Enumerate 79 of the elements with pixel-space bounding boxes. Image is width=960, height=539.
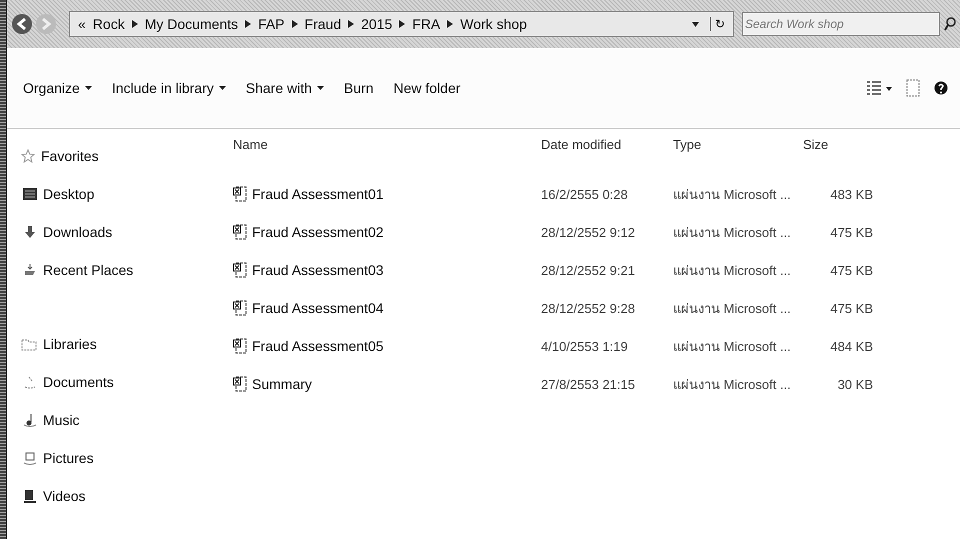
toolbar-button[interactable]: New folder: [387, 76, 472, 100]
sidebar-item[interactable]: Documents: [21, 363, 233, 401]
table-cell-text: 30 KB: [836, 376, 873, 392]
table-cell-text: 475 KB: [829, 224, 873, 240]
table-cell-text: 27/8/2553 21:15: [541, 376, 636, 392]
column-header[interactable]: Type: [673, 137, 803, 152]
toolbar-button[interactable]: Include in library: [106, 76, 238, 100]
breadcrumb-item[interactable]: Rock: [92, 16, 125, 32]
back-button[interactable]: [11, 13, 33, 35]
spreadsheet-icon: [233, 224, 247, 240]
picture-icon: [23, 451, 37, 465]
file-name[interactable]: Summary: [233, 376, 541, 392]
spreadsheet-icon: [233, 262, 247, 278]
table-cell-text: 475 KB: [829, 300, 873, 316]
table-cell-text: แผ่นงาน Microsoft ...: [673, 376, 792, 394]
table-cell-text: แผ่นงาน Microsoft ...: [673, 338, 792, 356]
music-icon: [23, 413, 37, 427]
column-header[interactable]: Name: [233, 137, 541, 152]
table-cell-text: แผ่นงาน Microsoft ...: [673, 224, 792, 242]
table-cell-text: 484 KB: [829, 338, 873, 354]
toolbar-button[interactable]: Burn: [338, 76, 386, 100]
sidebar-heading[interactable]: Favorites: [21, 137, 233, 175]
sidebar-item[interactable]: Desktop: [21, 175, 233, 213]
chevron-icon: [245, 20, 252, 28]
table-cell-text: 28/12/2552 9:21: [541, 262, 636, 278]
sidebar-item[interactable]: Pictures: [21, 439, 233, 477]
table-cell-text: 483 KB: [829, 186, 873, 202]
sidebar-item[interactable]: Downloads: [21, 213, 233, 251]
breadcrumb-item[interactable]: FAP: [258, 16, 285, 32]
download-icon: [23, 225, 37, 239]
toolbar-button[interactable]: Share with: [240, 76, 336, 100]
desktop-icon: [23, 187, 37, 201]
chevron-icon: [447, 20, 454, 28]
breadcrumb-item[interactable]: My Documents: [144, 16, 238, 32]
table-cell-text: 4/10/2553 1:19: [541, 338, 629, 354]
sidebar-item[interactable]: Videos: [21, 477, 233, 515]
table-cell-text: 16/2/2555 0:28: [541, 186, 629, 202]
library-icon: [21, 337, 37, 351]
spreadsheet-icon: [233, 338, 247, 354]
search-field[interactable]: Search Work shop: [742, 12, 940, 36]
file-name[interactable]: Fraud Assessment04: [233, 300, 541, 316]
column-header[interactable]: Size: [803, 137, 873, 152]
chevron-icon: [399, 20, 406, 28]
table-cell-text: 28/12/2552 9:28: [541, 300, 636, 316]
chevron-icon: [132, 20, 138, 28]
star-icon: [21, 149, 35, 163]
file-name[interactable]: Fraud Assessment02: [233, 224, 541, 240]
sidebar-item[interactable]: Music: [21, 401, 233, 439]
help-icon: [934, 80, 948, 96]
table-cell-text: 28/12/2552 9:12: [541, 224, 636, 240]
file-name[interactable]: Fraud Assessment05: [233, 338, 541, 354]
breadcrumb-item[interactable]: Work shop: [460, 16, 527, 32]
chevron-icon: [348, 20, 354, 28]
video-icon: [23, 489, 37, 503]
sidebar-item[interactable]: Recent Places: [21, 251, 233, 289]
table-cell-text: แผ่นงาน Microsoft ...: [673, 186, 792, 204]
address-field[interactable]: « Rock My Documents FAP Fraud 2015 FRA Work shop ↻: [69, 11, 734, 37]
chevron-icon: [292, 20, 298, 28]
pane-icon: [906, 79, 920, 97]
breadcrumb-item[interactable]: Fraud: [304, 16, 342, 32]
breadcrumb-item[interactable]: FRA: [412, 16, 440, 32]
sidebar-heading[interactable]: Libraries: [21, 325, 233, 363]
spreadsheet-icon: [233, 300, 247, 316]
document-icon: [23, 375, 37, 389]
file-name[interactable]: Fraud Assessment03: [233, 262, 541, 278]
spreadsheet-icon: [233, 186, 247, 202]
column-header[interactable]: Date modified: [541, 137, 673, 152]
recent-places-icon: [23, 263, 37, 277]
file-name[interactable]: Fraud Assessment01: [233, 186, 541, 202]
search-icon: [944, 17, 956, 31]
table-cell-text: 475 KB: [829, 262, 873, 278]
breadcrumb-item[interactable]: «: [78, 16, 86, 32]
table-cell-text: แผ่นงาน Microsoft ...: [673, 300, 792, 318]
table-cell-text: แผ่นงาน Microsoft ...: [673, 262, 792, 280]
refresh-button[interactable]: ↻: [710, 17, 729, 31]
toolbar-button[interactable]: Organize: [17, 76, 104, 100]
list-view-icon: [866, 80, 892, 96]
breadcrumb-item[interactable]: 2015: [361, 16, 392, 32]
spreadsheet-icon: [233, 376, 247, 392]
